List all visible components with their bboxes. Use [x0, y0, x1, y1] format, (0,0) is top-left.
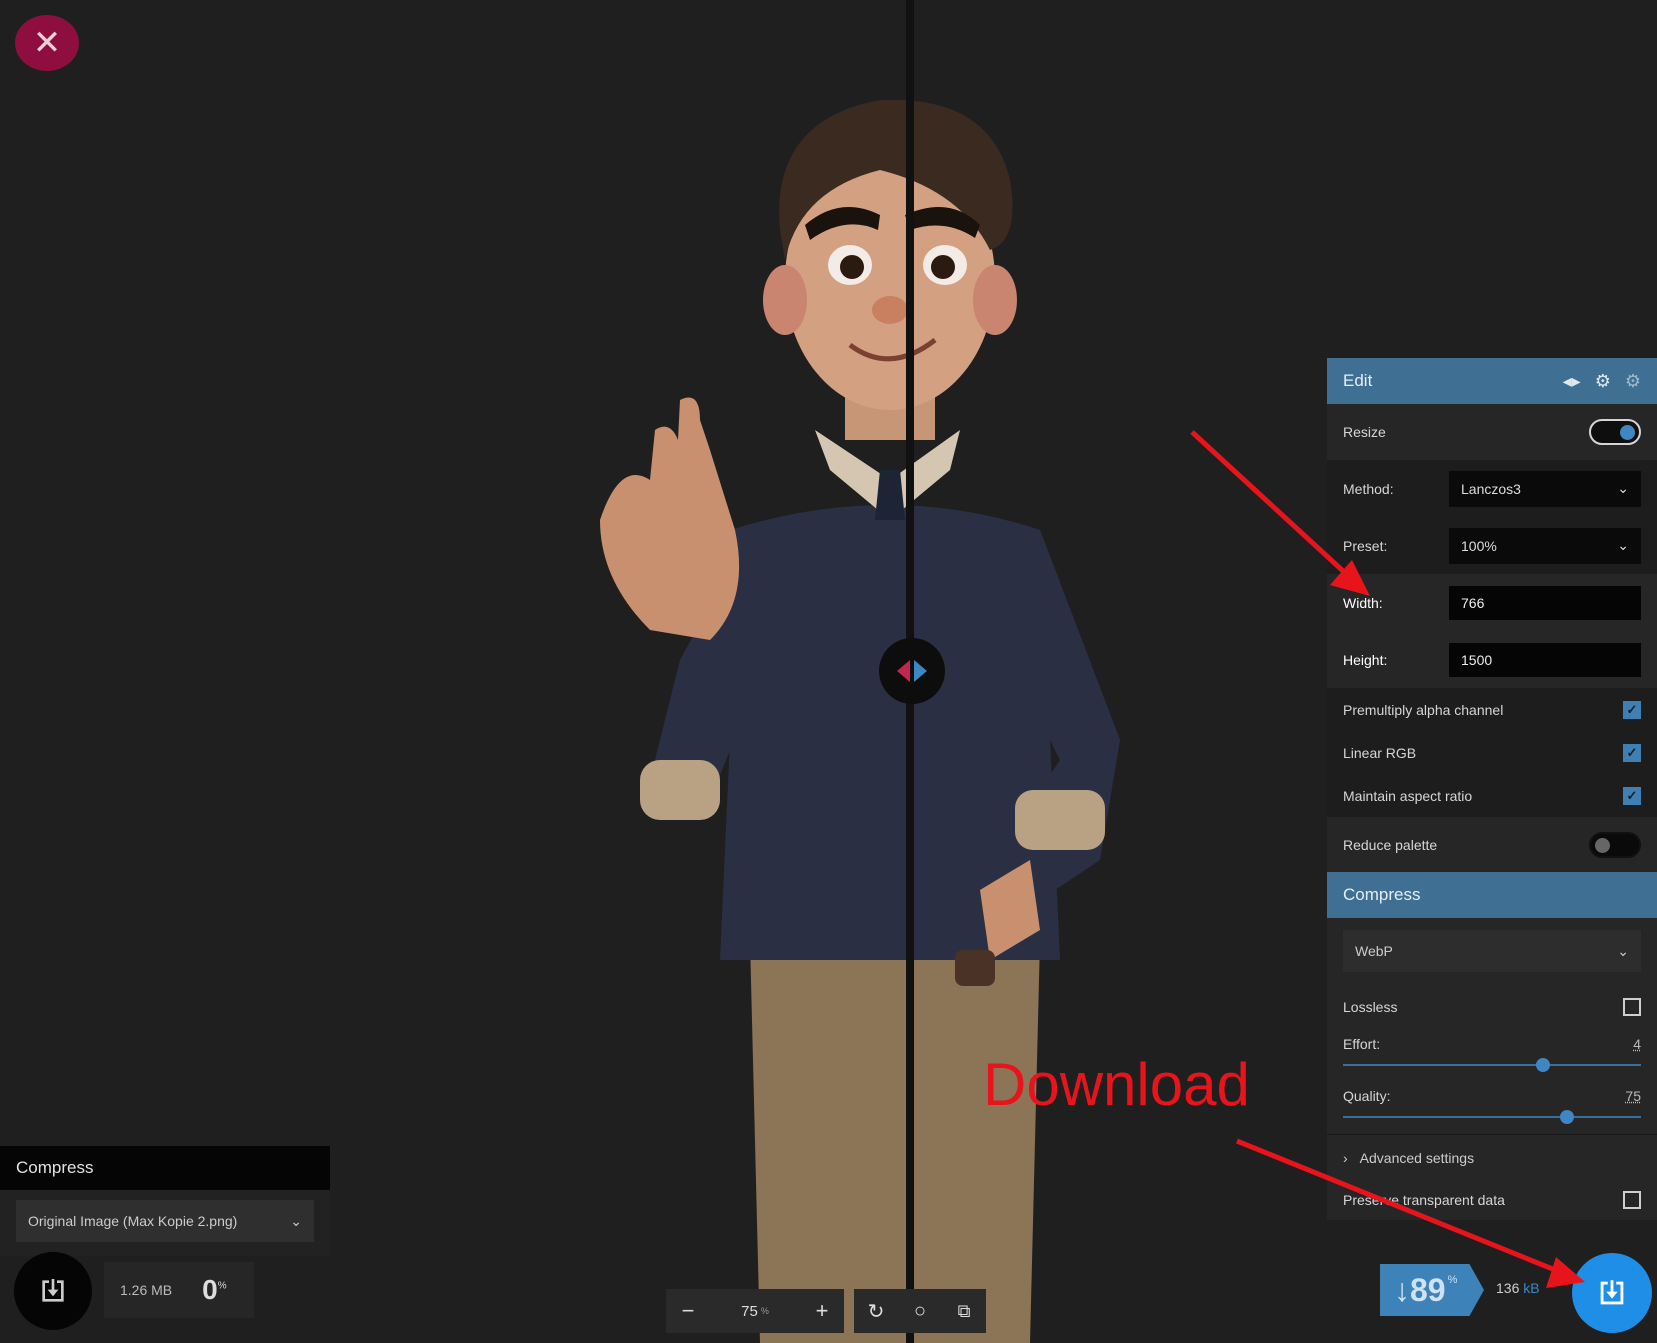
aspect-label: Maintain aspect ratio	[1343, 788, 1472, 804]
effort-slider[interactable]	[1343, 1052, 1641, 1078]
arrow-left-icon	[897, 660, 910, 682]
output-size: 136 kB	[1496, 1280, 1540, 1296]
resize-toggle[interactable]	[1589, 419, 1641, 445]
close-icon: ✕	[33, 23, 62, 63]
method-select[interactable]: Lanczos3 ⌄	[1449, 471, 1641, 507]
chevron-down-icon: ⌄	[1617, 537, 1629, 554]
preserve-checkbox[interactable]	[1623, 1191, 1641, 1209]
linear-rgb-checkbox[interactable]: ✓	[1623, 744, 1641, 762]
width-row: Width: 766	[1327, 574, 1657, 631]
aspect-row: Maintain aspect ratio ✓	[1327, 774, 1657, 817]
source-header: Compress	[0, 1146, 330, 1190]
fit-screen-icon[interactable]: ⧉	[942, 1289, 986, 1333]
zoom-in-button[interactable]: +	[800, 1289, 844, 1333]
quality-label: Quality:	[1343, 1088, 1390, 1104]
source-size-value: 1.26 MB	[120, 1282, 172, 1298]
quality-thumb[interactable]	[1560, 1110, 1574, 1124]
premultiply-label: Premultiply alpha channel	[1343, 702, 1503, 718]
source-value: Original Image (Max Kopie 2.png)	[28, 1213, 237, 1229]
format-select[interactable]: WebP ⌄	[1343, 930, 1641, 972]
resize-label: Resize	[1343, 424, 1386, 440]
flip-icon[interactable]: ◂▸	[1563, 371, 1581, 392]
zoom-number: 75	[741, 1303, 758, 1320]
aspect-checkbox[interactable]: ✓	[1623, 787, 1641, 805]
output-size-value: 136	[1496, 1280, 1519, 1296]
premultiply-row: Premultiply alpha channel ✓	[1327, 688, 1657, 731]
reduce-palette-label: Reduce palette	[1343, 837, 1437, 853]
preset-value: 100%	[1461, 538, 1497, 554]
annotation-label: Download	[983, 1050, 1250, 1119]
zoom-value[interactable]: 75%	[710, 1289, 800, 1333]
download-button[interactable]	[1572, 1253, 1652, 1333]
chevron-down-icon: ⌄	[1617, 480, 1629, 497]
close-button[interactable]: ✕	[15, 15, 79, 71]
lossless-label: Lossless	[1343, 999, 1397, 1015]
reduce-palette-toggle[interactable]	[1589, 832, 1641, 858]
zoom-toolbar: − 75% + ↻ ○ ⧉	[666, 1289, 986, 1333]
height-label: Height:	[1343, 652, 1387, 668]
resize-options: Method: Lanczos3 ⌄ Preset: 100% ⌄ Width:…	[1327, 460, 1657, 817]
advanced-settings-label: Advanced settings	[1360, 1150, 1474, 1166]
download-original-button[interactable]	[14, 1252, 92, 1330]
quality-slider-block: Quality: 75	[1327, 1082, 1657, 1134]
premultiply-checkbox[interactable]: ✓	[1623, 701, 1641, 719]
preset-label: Preset:	[1343, 538, 1387, 554]
height-input[interactable]: 1500	[1449, 643, 1641, 677]
output-savings-badge: ↓89 %	[1380, 1264, 1484, 1316]
preset-row: Preset: 100% ⌄	[1327, 517, 1657, 574]
linear-rgb-label: Linear RGB	[1343, 745, 1416, 761]
source-select[interactable]: Original Image (Max Kopie 2.png) ⌄	[16, 1200, 314, 1242]
method-value: Lanczos3	[1461, 481, 1521, 497]
lossless-checkbox[interactable]	[1623, 998, 1641, 1016]
effort-value[interactable]: 4	[1633, 1036, 1641, 1052]
character-illustration	[560, 100, 1210, 1343]
source-size: 1.26 MB 0%	[104, 1262, 254, 1318]
settings-icon[interactable]: ⚙	[1595, 371, 1611, 392]
output-size-unit: kB	[1523, 1280, 1539, 1296]
options-panel: Edit ◂▸ ⚙ ⚙ Resize Method: Lanczos3 ⌄ Pr…	[1327, 358, 1657, 1220]
arrow-right-icon	[914, 660, 927, 682]
download-icon	[37, 1275, 69, 1307]
chevron-right-icon: ›	[1343, 1150, 1348, 1166]
linear-rgb-row: Linear RGB ✓	[1327, 731, 1657, 774]
edit-header: Edit ◂▸ ⚙ ⚙	[1327, 358, 1657, 404]
quality-slider[interactable]	[1343, 1104, 1641, 1130]
preview-image	[560, 100, 1210, 1343]
output-percent-unit: %	[1448, 1274, 1458, 1286]
zoom-unit: %	[761, 1306, 769, 1316]
compress-header: Compress	[1327, 872, 1657, 918]
effort-thumb[interactable]	[1536, 1058, 1550, 1072]
height-row: Height: 1500	[1327, 631, 1657, 688]
preset-select[interactable]: 100% ⌄	[1449, 528, 1641, 564]
preserve-label: Preserve transparent data	[1343, 1192, 1505, 1208]
effort-slider-block: Effort: 4	[1327, 1030, 1657, 1082]
advanced-settings-toggle[interactable]: › Advanced settings	[1327, 1134, 1657, 1180]
resize-row: Resize	[1327, 404, 1657, 460]
background-toggle-icon[interactable]: ○	[898, 1289, 942, 1333]
source-panel: Compress Original Image (Max Kopie 2.png…	[0, 1146, 330, 1256]
width-input[interactable]: 766	[1449, 586, 1641, 620]
method-row: Method: Lanczos3 ⌄	[1327, 460, 1657, 517]
quality-value[interactable]: 75	[1625, 1088, 1641, 1104]
width-label: Width:	[1343, 595, 1383, 611]
lossless-row: Lossless	[1327, 984, 1657, 1030]
chevron-down-icon: ⌄	[290, 1213, 302, 1230]
chevron-down-icon: ⌄	[1617, 943, 1629, 960]
zoom-out-button[interactable]: −	[666, 1289, 710, 1333]
method-label: Method:	[1343, 481, 1394, 497]
effort-label: Effort:	[1343, 1036, 1380, 1052]
edit-title: Edit	[1343, 371, 1372, 391]
settings-outline-icon[interactable]: ⚙	[1625, 371, 1641, 392]
download-icon	[1595, 1276, 1629, 1310]
output-percent: ↓89	[1394, 1272, 1446, 1309]
compare-handle[interactable]	[879, 638, 945, 704]
reduce-palette-row: Reduce palette	[1327, 817, 1657, 872]
source-percent: 0%	[202, 1274, 226, 1306]
preserve-row: Preserve transparent data	[1327, 1180, 1657, 1220]
format-value: WebP	[1355, 943, 1393, 959]
rotate-icon[interactable]: ↻	[854, 1289, 898, 1333]
